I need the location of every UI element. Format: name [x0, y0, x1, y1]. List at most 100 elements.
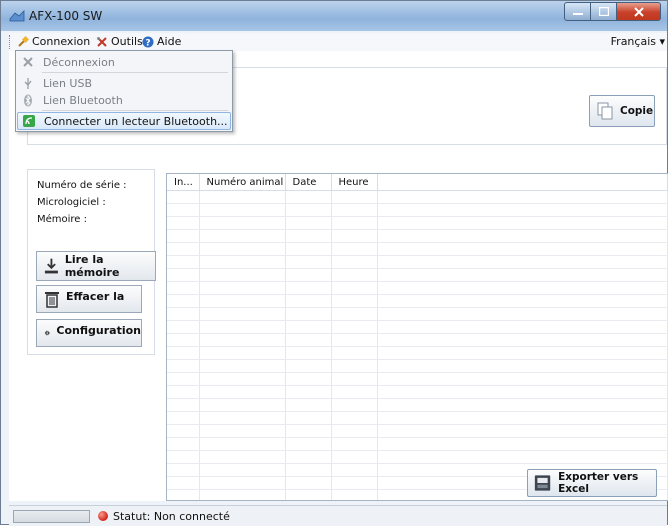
table-row[interactable] — [167, 294, 668, 308]
table-row[interactable] — [167, 229, 668, 243]
table-cell — [199, 385, 286, 399]
export-excel-button[interactable]: Exporter vers Excel — [527, 469, 657, 497]
table-cell — [377, 307, 668, 321]
close-button[interactable] — [617, 2, 661, 21]
table-cell — [377, 216, 668, 230]
table-cell — [167, 307, 200, 321]
menu-item-deconnexion[interactable]: Déconnexion — [17, 53, 231, 71]
menu-item-usb-label: Lien USB — [43, 76, 93, 90]
table-cell — [167, 372, 200, 386]
table-row[interactable] — [167, 281, 668, 295]
minimize-button[interactable] — [564, 2, 591, 21]
app-window: AFX-100 SW Connexion Outils ? Aide Franç… — [0, 0, 668, 526]
maximize-icon — [598, 7, 609, 16]
table-cell — [285, 255, 332, 269]
table-header-row: In... Numéro animal Date Heure — [167, 174, 668, 191]
table-cell — [377, 203, 668, 217]
bluetooth-icon — [21, 93, 35, 107]
maximize-button[interactable] — [591, 2, 617, 21]
column-header-index[interactable]: In... — [167, 174, 200, 191]
menu-outils[interactable]: Outils — [96, 35, 143, 48]
table-row[interactable] — [167, 398, 668, 412]
table-row[interactable] — [167, 216, 668, 230]
table-cell — [199, 424, 286, 438]
table-row[interactable] — [167, 450, 668, 464]
table-cell — [377, 450, 668, 464]
read-memory-button[interactable]: Lire la mémoire — [36, 251, 156, 281]
table-cell — [167, 359, 200, 373]
table-cell — [285, 216, 332, 230]
read-memory-label: Lire la mémoire — [64, 253, 120, 279]
table-cell — [167, 190, 200, 204]
table-cell — [377, 190, 668, 204]
table-row[interactable] — [167, 203, 668, 217]
table-cell — [199, 437, 286, 451]
language-selector[interactable]: Français ▾ — [611, 35, 665, 48]
menu-item-bluetooth-label: Lien Bluetooth — [43, 93, 123, 107]
table-row[interactable] — [167, 320, 668, 334]
minimize-icon — [572, 12, 583, 15]
gear-icon — [44, 330, 50, 336]
table-cell — [331, 268, 378, 282]
table-cell — [199, 411, 286, 425]
table-cell — [167, 268, 200, 282]
table-cell — [199, 242, 286, 256]
table-row[interactable] — [167, 385, 668, 399]
table-row[interactable] — [167, 255, 668, 269]
table-row[interactable] — [167, 411, 668, 425]
table-row[interactable] — [167, 372, 668, 386]
table-cell — [331, 333, 378, 347]
table-row[interactable] — [167, 190, 668, 204]
menu-bar: Connexion Outils ? Aide Français ▾ — [9, 33, 667, 51]
table-cell — [199, 281, 286, 295]
table-cell — [377, 424, 668, 438]
table-row[interactable] — [167, 268, 668, 282]
table-cell — [199, 268, 286, 282]
column-header-date[interactable]: Date — [285, 174, 332, 191]
configuration-label: Configuration — [56, 324, 141, 337]
title-bar[interactable]: AFX-100 SW — [1, 1, 667, 31]
copy-button[interactable]: Copie — [589, 95, 655, 127]
menu-item-connect-bluetooth-reader[interactable]: Connecter un lecteur Bluetooth... — [17, 112, 231, 130]
table-cell — [167, 437, 200, 451]
table-cell — [167, 489, 200, 500]
menu-connexion[interactable]: Connexion — [17, 35, 90, 48]
table-cell — [331, 281, 378, 295]
plug-icon — [18, 35, 29, 47]
table-cell — [167, 320, 200, 334]
table-row[interactable] — [167, 346, 668, 360]
table-row[interactable] — [167, 437, 668, 451]
table-cell — [167, 398, 200, 412]
column-header-animal-number[interactable]: Numéro animal — [199, 174, 286, 191]
table-cell — [285, 203, 332, 217]
menu-separator — [42, 110, 228, 111]
usb-icon — [21, 76, 35, 90]
table-cell — [285, 346, 332, 360]
records-table[interactable]: In... Numéro animal Date Heure — [166, 173, 668, 501]
menu-item-bluetooth[interactable]: Lien Bluetooth — [17, 91, 231, 109]
window-title: AFX-100 SW — [29, 9, 103, 23]
menu-item-usb[interactable]: Lien USB — [17, 74, 231, 92]
erase-label: Effacer la — [66, 290, 125, 303]
menu-aide[interactable]: ? Aide — [142, 35, 181, 48]
table-cell — [285, 359, 332, 373]
table-cell — [377, 437, 668, 451]
table-row[interactable] — [167, 359, 668, 373]
table-cell — [167, 450, 200, 464]
table-cell — [167, 216, 200, 230]
table-cell — [331, 190, 378, 204]
table-cell — [331, 463, 378, 477]
table-cell — [331, 216, 378, 230]
table-row[interactable] — [167, 307, 668, 321]
table-row[interactable] — [167, 424, 668, 438]
configuration-button[interactable]: Configuration — [36, 319, 142, 347]
table-cell — [377, 385, 668, 399]
table-cell — [377, 372, 668, 386]
table-cell — [285, 190, 332, 204]
table-row[interactable] — [167, 333, 668, 347]
table-row[interactable] — [167, 242, 668, 256]
table-cell — [199, 346, 286, 360]
column-header-time[interactable]: Heure — [331, 174, 378, 191]
erase-button[interactable]: Effacer la — [36, 285, 142, 313]
table-cell — [199, 203, 286, 217]
